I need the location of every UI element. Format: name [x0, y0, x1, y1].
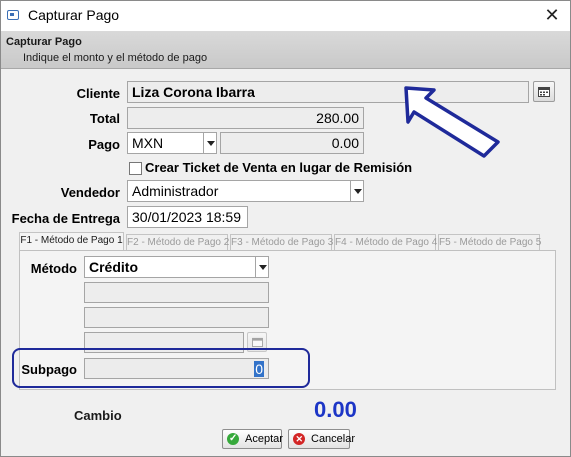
close-icon[interactable]: ✕ [540, 4, 564, 26]
tab-metodo-4[interactable]: F4 - Método de Pago 4 [334, 234, 437, 250]
tab-metodo-2[interactable]: F2 - Método de Pago 2 [126, 234, 229, 250]
fecha-label: Fecha de Entrega [11, 211, 120, 226]
cancel-label: Cancelar [311, 433, 356, 445]
window-title: Capturar Pago [28, 7, 120, 23]
cambio-label: Cambio [74, 408, 122, 423]
app-icon [7, 10, 19, 20]
calendar-icon [538, 87, 550, 97]
chevron-down-icon[interactable] [350, 181, 363, 201]
vendedor-label: Vendedor [60, 185, 120, 200]
chevron-down-icon[interactable] [203, 133, 216, 153]
metodo-value: Crédito [89, 259, 138, 275]
payment-detail-field-2 [84, 307, 269, 328]
annotation-arrow-icon [404, 86, 500, 158]
cliente-search-button[interactable] [533, 81, 555, 102]
currency-value: MXN [132, 135, 164, 151]
metodo-label: Método [30, 261, 77, 276]
total-label: Total [89, 111, 120, 126]
accept-button[interactable]: Aceptar [222, 429, 283, 449]
ticket-checkbox[interactable] [129, 162, 142, 175]
header-subtitle: Indique el monto y el método de pago [23, 52, 208, 64]
accept-label: Aceptar [245, 433, 283, 445]
cambio-value: 0.00 [314, 397, 357, 422]
calendar-icon [251, 337, 263, 347]
pago-amount-field[interactable]: 0.00 [220, 132, 364, 154]
tab-metodo-3[interactable]: F3 - Método de Pago 3 [230, 234, 333, 250]
tab-metodo-5[interactable]: F5 - Método de Pago 5 [438, 234, 541, 250]
tab-metodo-1[interactable]: F1 - Método de Pago 1 [19, 232, 124, 250]
payment-detail-field-1 [84, 282, 269, 303]
header-title: Capturar Pago [6, 36, 82, 48]
check-icon [227, 430, 239, 448]
subpago-highlight [12, 348, 310, 388]
fecha-field[interactable]: 30/01/2023 18:59 [127, 206, 248, 228]
vendedor-select[interactable]: Administrador [127, 180, 364, 202]
chevron-down-icon[interactable] [255, 257, 268, 277]
cancel-button[interactable]: Cancelar [288, 429, 355, 449]
total-field: 280.00 [127, 107, 364, 129]
metodo-select[interactable]: Crédito [84, 256, 269, 278]
cancel-icon [293, 430, 305, 448]
vendedor-value: Administrador [132, 183, 219, 199]
cliente-label: Cliente [76, 86, 120, 101]
ticket-checkbox-label: Crear Ticket de Venta en lugar de Remisi… [145, 160, 413, 175]
pago-label: Pago [88, 137, 120, 152]
